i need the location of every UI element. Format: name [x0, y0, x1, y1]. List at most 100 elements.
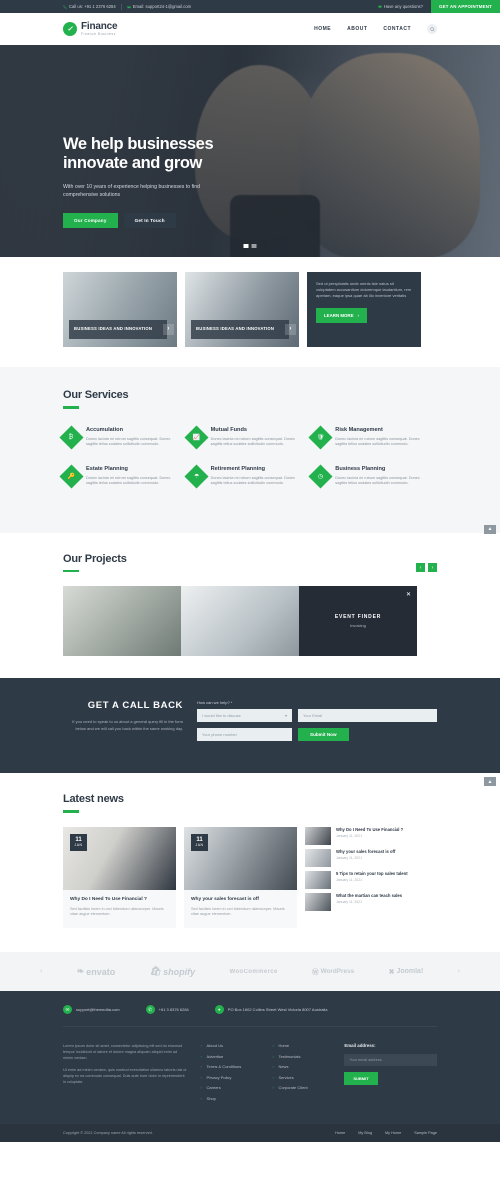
news-list-item-4[interactable]: What the martian can teach sales January…	[305, 892, 437, 911]
main-nav: HOME ABOUT CONTACT	[314, 24, 437, 34]
brand-woocommerce[interactable]: WooCommerce	[229, 969, 277, 975]
services-grid: ₿ Accumulation Donec lacinia mi rutrum s…	[59, 424, 437, 505]
topbar-email[interactable]: Email: support24-1@gmail.com	[127, 4, 191, 9]
phone-field[interactable]: Your phone number	[197, 728, 292, 742]
footer-link-services[interactable]: Services	[272, 1075, 330, 1080]
footer-link-home[interactable]: Home	[272, 1043, 330, 1048]
callback-title: GET A CALL BACK	[87, 700, 183, 712]
footer-link-privacy[interactable]: Privacy Policy	[201, 1075, 259, 1080]
bottom-link-home[interactable]: Home	[335, 1131, 345, 1135]
close-icon[interactable]: ✕	[406, 591, 411, 598]
bottom-link-my-home[interactable]: My Home	[385, 1131, 401, 1135]
bottom-link-sample-page[interactable]: Sample Page	[414, 1131, 437, 1135]
service-desc: Donec lacinia mi rutrum sagittis consequ…	[86, 436, 171, 447]
footer-about-p2: Ut enim ad minim veniam, quis nostrud ex…	[63, 1068, 187, 1085]
callback-row-2: Your phone number Submit Now	[197, 728, 437, 742]
hero-title: We help businesses innovate and grow	[63, 135, 214, 173]
money-icon: ₿	[59, 424, 84, 450]
service-desc: Donec lacinia mi rutrum sagittis consequ…	[86, 475, 171, 486]
news-card-2[interactable]: 11 JAN Why your sales forecast is off Se…	[184, 826, 297, 929]
footer-link-shop[interactable]: Shop	[201, 1096, 259, 1101]
topbar-phone-text: Call us: +91 1 2376 6284	[69, 4, 116, 9]
project-item-2[interactable]	[181, 586, 299, 657]
service-item-estate-planning[interactable]: 🔑 Estate Planning Donec lacinia mi rutru…	[59, 464, 188, 489]
service-item-mutual-funds[interactable]: 📈 Mutual Funds Donec lacinia mi rutrum s…	[184, 424, 313, 450]
footer-contact-email[interactable]: ✉ support@themedita.com	[63, 1005, 120, 1015]
news-list-item-2[interactable]: Why your sales forecast is off January 1…	[305, 848, 437, 867]
nav-item-contact[interactable]: CONTACT	[383, 26, 411, 32]
appointment-button[interactable]: GET AN APPOINTMENT	[430, 0, 500, 13]
brand-shopify[interactable]: 🛍 shopify	[150, 966, 195, 977]
chevron-left-icon[interactable]: ‹	[416, 563, 425, 573]
feature-card-2[interactable]: BUSINESS IDEAS AND INNOVATION ›	[185, 272, 299, 347]
chat-icon	[378, 5, 382, 8]
footer-link-careers[interactable]: Careers	[201, 1085, 259, 1090]
news-image-2: 11 JAN	[184, 826, 297, 890]
footer-link-advertise[interactable]: Advertise	[201, 1054, 259, 1059]
scroll-top-button-2[interactable]: ▲	[484, 777, 496, 787]
service-desc: Donec lacinia mi rutrum sagittis consequ…	[210, 436, 296, 447]
submit-now-button[interactable]: Submit Now	[298, 728, 349, 742]
chevron-right-icon[interactable]: ›	[458, 968, 460, 975]
chevron-right-icon[interactable]: ›	[163, 324, 174, 335]
footer-link-about-us[interactable]: About Us	[201, 1043, 259, 1048]
our-company-button[interactable]: Our Company	[63, 213, 118, 228]
hero-dot-2[interactable]	[251, 244, 257, 248]
learn-more-button[interactable]: LEARN MORE ›	[316, 307, 367, 323]
topbar-question-text: Have any questions?	[383, 4, 423, 9]
footer-link-corporate-client[interactable]: Corporate Client	[272, 1085, 330, 1090]
projects-nav: ‹ ›	[416, 563, 437, 573]
chevron-right-icon[interactable]: ›	[285, 324, 296, 335]
logo-tagline: Finance Business	[81, 31, 116, 36]
news-list-date: January 11, 2021	[336, 878, 362, 883]
project-overlay-subtitle: Invoicing	[350, 623, 366, 629]
brand-joomla[interactable]: ✖ Joomla!	[389, 968, 424, 976]
nav-item-about[interactable]: ABOUT	[347, 26, 367, 32]
topbar-divider	[120, 3, 122, 10]
hero-dot-1[interactable]	[243, 244, 249, 248]
project-item-1[interactable]	[63, 586, 181, 657]
scroll-top-button[interactable]: ▲	[484, 524, 496, 534]
bottom-link-my-blog[interactable]: My Blog	[358, 1131, 372, 1135]
discuss-select[interactable]: I would like to discuss ▾	[197, 709, 292, 723]
search-button[interactable]	[427, 24, 437, 34]
email-field[interactable]: Your Email	[298, 709, 437, 723]
get-in-touch-button[interactable]: Get In Touch	[123, 213, 176, 228]
feature-panel: Sed ut perspiciatis unde omnis iste natu…	[307, 272, 421, 347]
subscribe-button[interactable]: SUBMIT	[344, 1072, 378, 1086]
footer-link-testimonials[interactable]: Testimonials	[272, 1054, 330, 1059]
umbrella-icon: ☂	[184, 464, 209, 489]
subscribe-input[interactable]: Your email address	[344, 1054, 437, 1067]
service-item-retirement-planning[interactable]: ☂ Retirement Planning Donec lacinia mi r…	[184, 464, 313, 489]
service-item-business-planning[interactable]: ◷ Business Planning Donec lacinia mi rut…	[308, 464, 437, 489]
footer-link-news[interactable]: News	[272, 1064, 330, 1069]
project-item-3[interactable]: ✕ EVENT FINDER Invoicing	[299, 586, 417, 657]
feature-title-2: BUSINESS IDEAS AND INNOVATION	[196, 326, 275, 332]
brand-wordpress[interactable]: Ⓦ WordPress	[312, 967, 354, 976]
brand-envato[interactable]: ❧ envato	[77, 966, 116, 977]
feature-card-1[interactable]: BUSINESS IDEAS AND INNOVATION ›	[63, 272, 177, 347]
topbar-question[interactable]: Have any questions?	[378, 4, 423, 9]
service-item-accumulation[interactable]: ₿ Accumulation Donec lacinia mi rutrum s…	[59, 424, 188, 450]
footer-contact-phone[interactable]: ✆ +61 3 8376 6284	[145, 1005, 189, 1015]
topbar-phone[interactable]: Call us: +91 1 2376 6284	[63, 4, 116, 9]
news-card-1[interactable]: 11 JAN Why Do I Need To Use Financial ? …	[63, 826, 176, 929]
bag-icon: 🛍	[149, 966, 162, 977]
footer-link-terms[interactable]: Terms & Conditions	[201, 1064, 259, 1069]
projects-underline	[63, 569, 79, 573]
logo[interactable]: ✓ Finance Finance Business	[63, 21, 118, 37]
footer-contact-text: PO Box 1602 Collins Street West Victoria…	[227, 1007, 328, 1013]
search-icon	[429, 26, 435, 32]
chevron-right-icon[interactable]: ›	[428, 563, 437, 573]
wordpress-icon: Ⓦ	[312, 969, 319, 977]
footer-links-col1: About Us Advertise Terms & Conditions Pr…	[201, 1043, 259, 1106]
news-list-item-1[interactable]: Why Do I Need To Use Financial ? January…	[305, 826, 437, 845]
brand-label: Joomla!	[396, 968, 424, 976]
service-desc: Donec lacinia mi rutrum sagittis consequ…	[335, 436, 420, 447]
footer-contact-address[interactable]: ⌖ PO Box 1602 Collins Street West Victor…	[214, 1005, 328, 1015]
chevron-left-icon[interactable]: ‹	[40, 968, 42, 975]
clock-icon: ◷	[308, 464, 333, 489]
news-list-item-3[interactable]: 5 Tips to retain your top sales talent J…	[305, 870, 437, 889]
service-item-risk-management[interactable]: 🛡 Risk Management Donec lacinia mi rutru…	[308, 424, 437, 450]
nav-item-home[interactable]: HOME	[314, 26, 331, 32]
